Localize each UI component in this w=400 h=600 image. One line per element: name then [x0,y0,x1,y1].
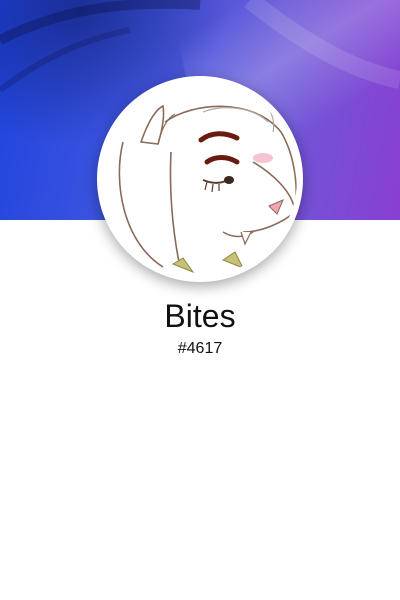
profile-discriminator: #4617 [177,340,223,357]
avatar[interactable] [97,76,303,282]
goat-character-avatar-icon [103,82,297,276]
profile-card: Bites #4617 [0,0,400,600]
profile-display-name: Bites [164,298,236,334]
